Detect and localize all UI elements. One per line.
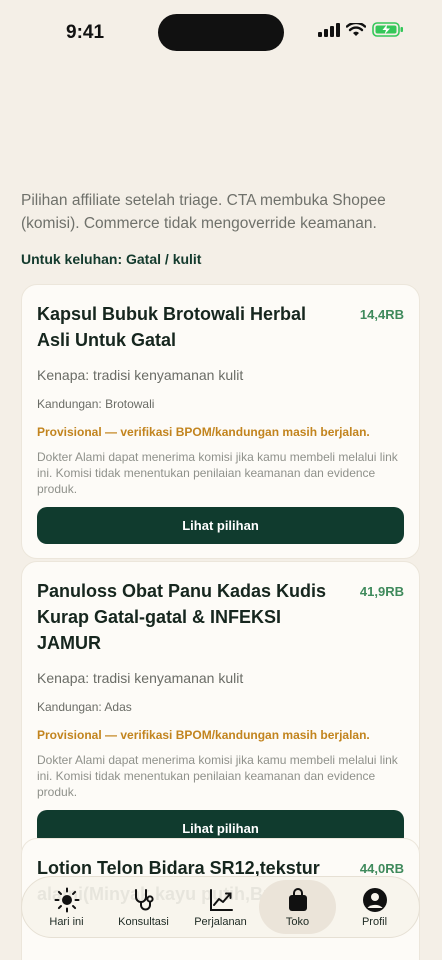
complaint-label: Untuk keluhan: Gatal / kulit xyxy=(21,251,202,267)
tab-label: Profil xyxy=(361,915,388,928)
product-price: 41,9RB xyxy=(359,584,404,599)
tab-perjalanan[interactable]: Perjalanan xyxy=(182,880,259,934)
profile-icon xyxy=(362,887,387,912)
intro-text: Pilihan affiliate setelah triage. CTA me… xyxy=(21,192,386,232)
battery-charging-icon xyxy=(372,22,403,37)
tab-hari-ini[interactable]: Hari ini xyxy=(28,880,105,934)
product-ingredients: Kandungan: Adas xyxy=(37,700,132,714)
status-time: 9:41 xyxy=(66,22,105,43)
product-card: Panuloss Obat Panu Kadas Kudis Kurap Gat… xyxy=(21,561,420,862)
tab-toko[interactable]: Toko xyxy=(259,880,336,934)
provisional-warning: Provisional — verifikasi BPOM/kandungan … xyxy=(37,728,370,742)
provisional-warning: Provisional — verifikasi BPOM/kandungan … xyxy=(37,425,370,439)
product-title: Panuloss Obat Panu Kadas Kudis Kurap Gat… xyxy=(37,581,327,653)
tab-label: Hari ini xyxy=(49,915,84,928)
tab-profil[interactable]: Profil xyxy=(336,880,413,934)
shopping-bag-icon xyxy=(288,887,307,911)
bottom-tab-bar: Hari ini Konsultasi Perjalanan Toko Prof… xyxy=(21,876,420,938)
sun-icon xyxy=(54,887,79,912)
affiliate-disclaimer: Dokter Alami dapat menerima komisi jika … xyxy=(37,450,398,496)
product-title: Kapsul Bubuk Brotowali Herbal Asli Untuk… xyxy=(37,304,307,350)
product-reason: Kenapa: tradisi kenyamanan kulit xyxy=(37,670,244,686)
product-card: Kapsul Bubuk Brotowali Herbal Asli Untuk… xyxy=(21,284,420,559)
status-bar: 9:41 xyxy=(0,0,442,64)
affiliate-disclaimer: Dokter Alami dapat menerima komisi jika … xyxy=(37,753,398,799)
product-reason: Kenapa: tradisi kenyamanan kulit xyxy=(37,367,244,383)
view-options-button[interactable]: Lihat pilihan xyxy=(37,507,404,544)
product-price: 44,0RB xyxy=(359,861,404,876)
tab-label: Konsultasi xyxy=(118,915,169,928)
product-price: 14,4RB xyxy=(359,307,404,322)
product-ingredients: Kandungan: Brotowali xyxy=(37,397,155,411)
tab-label: Toko xyxy=(285,915,310,928)
tab-konsultasi[interactable]: Konsultasi xyxy=(105,880,182,934)
wifi-icon xyxy=(346,22,366,36)
dynamic-island xyxy=(158,14,284,51)
stethoscope-icon xyxy=(134,888,154,910)
tab-label: Perjalanan xyxy=(194,915,247,928)
cellular-signal-icon xyxy=(318,22,340,37)
chart-icon xyxy=(209,888,233,911)
status-icons xyxy=(318,22,404,37)
